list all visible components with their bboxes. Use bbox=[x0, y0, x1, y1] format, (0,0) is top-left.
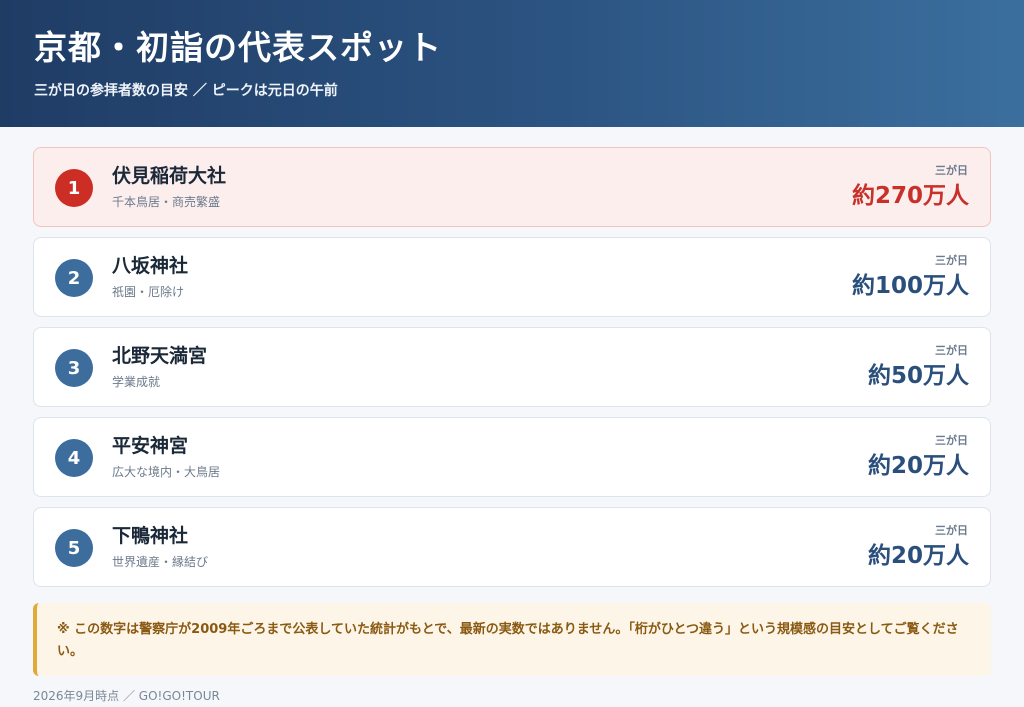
visitor-count: 約270万人 bbox=[851, 183, 969, 209]
period-label: 三が日 bbox=[935, 344, 968, 357]
spot-name: 八坂神社 bbox=[112, 255, 189, 277]
spot-name: 平安神宮 bbox=[112, 435, 189, 457]
spot-description: 広大な境内・大鳥居 bbox=[112, 465, 221, 479]
page-title: 京都・初詣の代表スポット bbox=[34, 28, 442, 67]
period-label: 三が日 bbox=[935, 164, 968, 177]
visitor-count: 約20万人 bbox=[867, 543, 969, 569]
page-header: 京都・初詣の代表スポット 三が日の参拝者数の目安 ／ ピークは元日の午前 bbox=[0, 0, 1024, 127]
rank-badge: 5 bbox=[55, 529, 93, 567]
spot-description: 世界遺産・縁結び bbox=[112, 555, 209, 569]
period-label: 三が日 bbox=[935, 524, 968, 537]
visitor-count: 約100万人 bbox=[851, 273, 969, 299]
spot-description: 学業成就 bbox=[112, 375, 161, 389]
spot-row-1: 1 伏見稲荷大社 千本鳥居・商売繁盛 三が日 約270万人 bbox=[33, 147, 991, 227]
period-label: 三が日 bbox=[935, 434, 968, 447]
period-label: 三が日 bbox=[935, 254, 968, 267]
rank-badge: 2 bbox=[55, 259, 93, 297]
spot-row-5: 5 下鴨神社 世界遺産・縁結び 三が日 約20万人 bbox=[33, 507, 991, 587]
spot-name: 下鴨神社 bbox=[112, 525, 189, 547]
spot-description: 祇園・厄除け bbox=[112, 285, 185, 299]
disclaimer-note: ※ この数字は警察庁が2009年ごろまで公表していた統計がもとで、最新の実数では… bbox=[33, 603, 991, 676]
rank-badge: 1 bbox=[55, 169, 93, 207]
rank-badge: 4 bbox=[55, 439, 93, 477]
spot-row-3: 3 北野天満宮 学業成就 三が日 約50万人 bbox=[33, 327, 991, 407]
spot-row-4: 4 平安神宮 広大な境内・大鳥居 三が日 約20万人 bbox=[33, 417, 991, 497]
spot-row-2: 2 八坂神社 祇園・厄除け 三が日 約100万人 bbox=[33, 237, 991, 317]
page-subtitle: 三が日の参拝者数の目安 ／ ピークは元日の午前 bbox=[34, 83, 338, 99]
rank-badge: 3 bbox=[55, 349, 93, 387]
spot-name: 伏見稲荷大社 bbox=[112, 165, 227, 187]
spot-name: 北野天満宮 bbox=[112, 345, 208, 367]
spot-description: 千本鳥居・商売繁盛 bbox=[112, 195, 221, 209]
footer-credit: 2026年9月時点 ／ GO!GO!TOUR bbox=[33, 689, 220, 703]
spot-list: 1 伏見稲荷大社 千本鳥居・商売繁盛 三が日 約270万人 2 八坂神社 祇園・… bbox=[33, 147, 991, 597]
visitor-count: 約50万人 bbox=[867, 363, 969, 389]
visitor-count: 約20万人 bbox=[867, 453, 969, 479]
